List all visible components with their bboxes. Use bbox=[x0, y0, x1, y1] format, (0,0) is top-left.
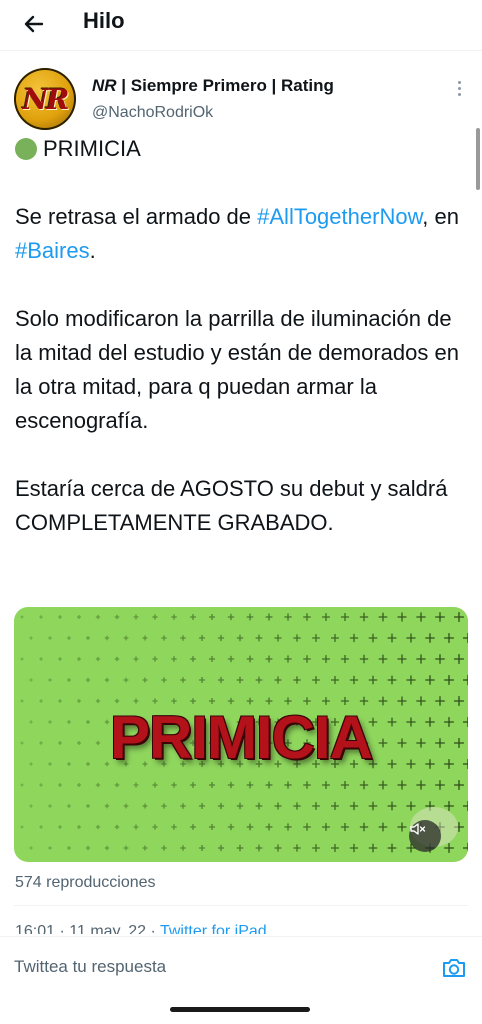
speaker-muted-icon bbox=[410, 823, 426, 835]
tweet-timestamp: 16:01 · 11 may. 22 · bbox=[15, 923, 160, 934]
tweet-line-primicia: PRIMICIA bbox=[43, 136, 141, 161]
back-button[interactable] bbox=[14, 6, 54, 42]
reply-input[interactable]: Twittea tu respuesta bbox=[14, 957, 166, 977]
camera-button[interactable] bbox=[439, 953, 469, 983]
top-bar: Hilo bbox=[0, 0, 482, 51]
more-dot-icon bbox=[457, 80, 461, 84]
reply-bar: Twittea tu respuesta bbox=[0, 936, 482, 999]
page-title: Hilo bbox=[83, 8, 125, 33]
camera-icon bbox=[443, 959, 465, 977]
video-media[interactable]: PRIMICIA bbox=[14, 607, 468, 862]
view-count: 574 reproducciones bbox=[15, 874, 156, 891]
author-name-rest: | Siempre Primero | Rating bbox=[116, 76, 334, 95]
hashtag-link[interactable]: #AllTogetherNow bbox=[257, 204, 422, 229]
avatar-logo-text: NR bbox=[22, 82, 70, 116]
more-options-button[interactable] bbox=[447, 76, 471, 100]
hashtag-link[interactable]: #Baires bbox=[15, 238, 90, 263]
avatar[interactable]: NR bbox=[14, 68, 76, 130]
tweet-meta: 16:01 · 11 may. 22 · Twitter for iPad bbox=[15, 922, 267, 934]
author-handle[interactable]: @NachoRodriOk bbox=[92, 104, 213, 122]
scrollbar[interactable] bbox=[476, 128, 480, 190]
green-circle-emoji-icon bbox=[15, 138, 37, 160]
home-indicator[interactable] bbox=[170, 1007, 310, 1012]
tweet-text: PRIMICIA Se retrasa el armado de #AllTog… bbox=[15, 132, 470, 540]
tweet-paragraph-2: Se retrasa el armado de #AllTogetherNow,… bbox=[15, 204, 459, 263]
author-name-prefix: NR bbox=[92, 76, 117, 95]
tweet-source-link[interactable]: Twitter for iPad bbox=[160, 923, 267, 934]
divider bbox=[14, 905, 468, 906]
tweet-paragraph-3: Solo modificaron la parrilla de iluminac… bbox=[15, 306, 459, 433]
tweet-paragraph-4: Estaría cerca de AGOSTO su debut y saldr… bbox=[15, 476, 448, 535]
more-dot-icon bbox=[457, 86, 461, 90]
arrow-left-icon bbox=[24, 15, 44, 33]
more-dot-icon bbox=[457, 92, 461, 96]
mute-button[interactable] bbox=[409, 820, 441, 852]
author-name[interactable]: NR | Siempre Primero | Rating bbox=[92, 76, 334, 96]
media-overlay-text: PRIMICIA bbox=[110, 704, 373, 771]
